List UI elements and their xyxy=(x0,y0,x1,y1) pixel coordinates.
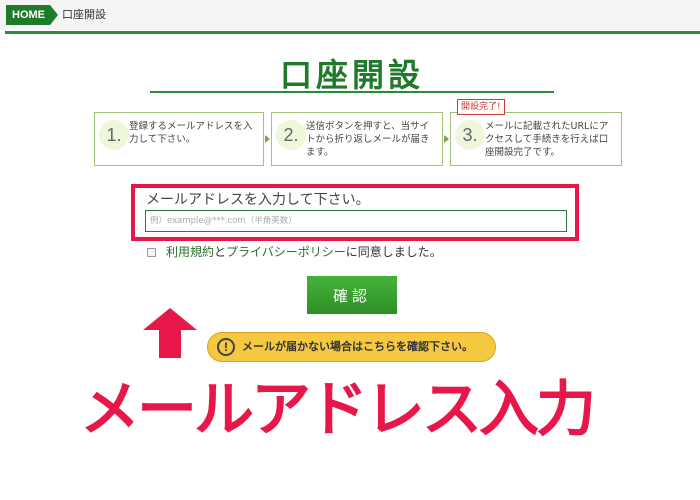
step-arrow-icon xyxy=(444,135,449,143)
header-divider xyxy=(5,31,700,34)
agree-suffix: に同意しました。 xyxy=(345,245,442,259)
step-3: 3. メールに記載されたURLにアクセスして手続きを行えば口座開設完了です。 xyxy=(450,112,622,166)
mail-not-received-notice[interactable]: ! メールが届かない場合はこちらを確認下さい。 xyxy=(207,332,496,362)
step-number: 3. xyxy=(455,120,485,150)
privacy-policy-link[interactable]: プライバシーポリシー xyxy=(226,245,346,259)
agree-conjunction: と xyxy=(214,245,227,259)
step-2: 2. 送信ボタンを押すと、当サイトから折り返しメールが届きます。 xyxy=(271,112,443,166)
breadcrumb-arrow-icon xyxy=(50,5,58,25)
exclamation-icon: ! xyxy=(217,338,235,356)
step-1: 1. 登録するメールアドレスを入力して下さい。 xyxy=(94,112,264,166)
email-input[interactable] xyxy=(145,210,567,232)
step-arrow-icon xyxy=(265,135,270,143)
breadcrumb: HOME 口座開設 xyxy=(0,0,700,30)
notice-text: メールが届かない場合はこちらを確認下さい。 xyxy=(242,340,473,353)
step-complete-badge: 開設完了! xyxy=(457,99,505,115)
step-number: 1. xyxy=(99,120,129,150)
step-number: 2. xyxy=(276,120,306,150)
agree-checkbox[interactable] xyxy=(147,248,156,257)
confirm-button[interactable]: 確認 xyxy=(307,276,397,314)
agree-label: 利用規約とプライバシーポリシーに同意しました。 xyxy=(166,244,442,260)
breadcrumb-home-link[interactable]: HOME xyxy=(6,5,50,25)
annotation-caption: メールアドレス入力 xyxy=(80,375,596,445)
step-text: 登録するメールアドレスを入力して下さい。 xyxy=(129,121,253,145)
step-text: メールに記載されたURLにアクセスして手続きを行えば口座開設完了です。 xyxy=(485,121,609,158)
terms-link[interactable]: 利用規約 xyxy=(166,245,214,259)
page-title: 口座開設 xyxy=(279,56,424,94)
red-up-arrow-icon xyxy=(143,308,197,358)
title-underline xyxy=(150,91,554,93)
breadcrumb-current: 口座開設 xyxy=(62,8,106,21)
email-label: メールアドレスを入力して下さい。 xyxy=(146,192,370,208)
step-text: 送信ボタンを押すと、当サイトから折り返しメールが届きます。 xyxy=(306,121,430,158)
